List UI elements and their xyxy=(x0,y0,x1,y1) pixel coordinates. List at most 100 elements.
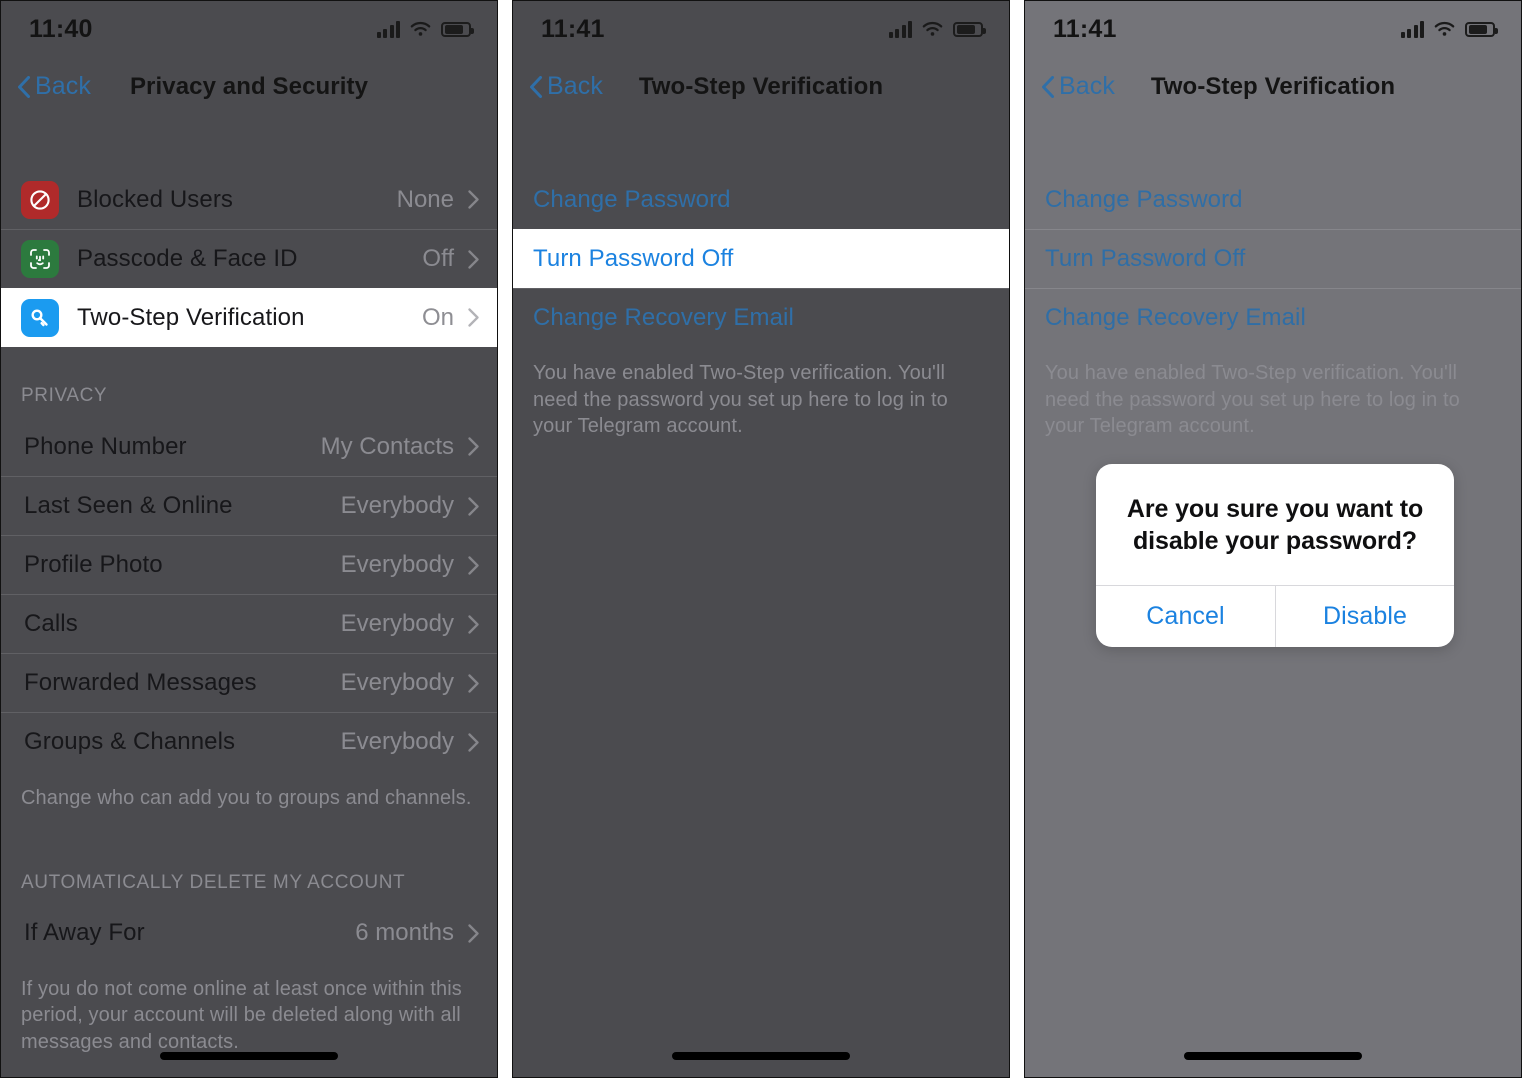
list-item-if-away-for[interactable]: If Away For 6 months xyxy=(1,904,497,963)
list-item-label: Groups & Channels xyxy=(24,728,236,755)
option-turn-password-off[interactable]: Turn Password Off xyxy=(1025,229,1521,288)
list-item-value: Everybody xyxy=(340,728,454,755)
list-item-two-step-verification[interactable]: Two-Step Verification On xyxy=(1,288,497,347)
chevron-left-icon xyxy=(530,75,542,98)
two-step-footnote: You have enabled Two-Step verification. … xyxy=(1045,362,1460,438)
list-item-value: None xyxy=(396,185,454,213)
nav-bar: Back Two-Step Verification xyxy=(513,57,1009,116)
wifi-icon xyxy=(410,21,431,36)
option-change-recovery-email[interactable]: Change Recovery Email xyxy=(1025,288,1521,347)
phone-panel-two-step-list: 11:41 Back Two-Step Verification Change … xyxy=(512,0,1010,1078)
battery-icon xyxy=(1465,21,1498,37)
list-top-spacer xyxy=(1025,116,1521,170)
home-indicator[interactable] xyxy=(672,1052,850,1060)
chevron-right-icon xyxy=(468,308,479,327)
status-icons xyxy=(1400,20,1498,38)
face-id-icon xyxy=(21,240,59,278)
two-step-options-list: Change Password Turn Password Off Change… xyxy=(1025,116,1521,462)
status-time: 11:41 xyxy=(1053,14,1117,43)
back-button[interactable]: Back xyxy=(1041,72,1115,101)
auto-delete-footnote: If you do not come online at least once … xyxy=(21,977,462,1053)
cancel-button[interactable]: Cancel xyxy=(1096,586,1275,647)
list-item-value: Everybody xyxy=(340,492,454,519)
nav-bar: Back Privacy and Security xyxy=(1,57,497,116)
status-time: 11:40 xyxy=(29,14,93,43)
section-header-auto-delete: AUTOMATICALLY DELETE MY ACCOUNT xyxy=(21,871,406,893)
list-item-profile-photo[interactable]: Profile Photo Everybody xyxy=(1,535,497,594)
chevron-right-icon xyxy=(468,555,479,575)
list-item-blocked-users[interactable]: Blocked Users None xyxy=(1,170,497,229)
chevron-right-icon xyxy=(468,923,479,943)
list-item-passcode-face-id[interactable]: Passcode & Face ID Off xyxy=(1,229,497,288)
list-item-value: 6 months xyxy=(355,919,454,947)
cellular-signal-icon xyxy=(376,20,400,38)
status-bar: 11:41 xyxy=(513,1,1009,57)
list-item-label: Phone Number xyxy=(24,432,187,460)
blocked-users-icon xyxy=(21,180,59,219)
list-item-groups-channels[interactable]: Groups & Channels Everybody xyxy=(1,712,497,771)
list-item-value: Off xyxy=(422,245,454,272)
list-item-phone-number[interactable]: Phone Number My Contacts xyxy=(1,417,497,476)
alert-button-row: Cancel Disable xyxy=(1096,585,1454,647)
list-item-label: Two-Step Verification xyxy=(77,303,305,331)
battery-icon xyxy=(953,21,986,37)
option-turn-password-off[interactable]: Turn Password Off xyxy=(513,229,1009,288)
list-item-label: If Away For xyxy=(24,919,145,947)
privacy-footnote: Change who can add you to groups and cha… xyxy=(21,787,472,809)
disable-password-alert: Are you sure you want to disable your pa… xyxy=(1096,464,1454,647)
wifi-icon xyxy=(1434,21,1455,36)
chevron-right-icon xyxy=(468,614,479,634)
list-item-calls[interactable]: Calls Everybody xyxy=(1,594,497,653)
alert-title: Are you sure you want to disable your pa… xyxy=(1126,495,1424,555)
status-bar: 11:40 xyxy=(1,1,497,57)
list-top-spacer xyxy=(1,116,497,170)
status-icons xyxy=(888,20,986,38)
option-label: Turn Password Off xyxy=(1045,245,1246,272)
home-indicator[interactable] xyxy=(1184,1052,1362,1060)
back-button[interactable]: Back xyxy=(529,72,603,101)
list-item-value: Everybody xyxy=(340,669,454,696)
section-header-privacy: PRIVACY xyxy=(21,385,108,406)
list-item-label: Blocked Users xyxy=(77,185,234,213)
home-indicator[interactable] xyxy=(160,1052,338,1060)
chevron-right-icon xyxy=(468,249,479,269)
two-step-options-list: Change Password Turn Password Off Change… xyxy=(513,116,1009,462)
list-top-spacer xyxy=(513,116,1009,170)
option-change-recovery-email[interactable]: Change Recovery Email xyxy=(513,288,1009,347)
list-item-label: Passcode & Face ID xyxy=(77,245,298,272)
battery-icon xyxy=(441,21,474,37)
list-item-label: Last Seen & Online xyxy=(24,492,233,519)
option-label: Change Password xyxy=(533,185,731,213)
list-item-value: Everybody xyxy=(340,610,454,637)
chevron-left-icon xyxy=(1042,75,1054,98)
option-change-password[interactable]: Change Password xyxy=(513,170,1009,229)
settings-list: Blocked Users None Passcode & Face ID Of… xyxy=(1,116,497,1077)
status-icons xyxy=(376,20,474,38)
nav-bar: Back Two-Step Verification xyxy=(1025,57,1521,116)
back-button[interactable]: Back xyxy=(17,72,91,101)
disable-button[interactable]: Disable xyxy=(1275,586,1454,647)
phone-panel-privacy-security: 11:40 Back Privacy and Security Blocked … xyxy=(0,0,498,1078)
status-time: 11:41 xyxy=(541,14,605,43)
list-item-last-seen-online[interactable]: Last Seen & Online Everybody xyxy=(1,476,497,535)
option-label: Change Recovery Email xyxy=(1045,304,1306,331)
list-item-label: Forwarded Messages xyxy=(24,669,257,696)
list-item-label: Profile Photo xyxy=(24,551,163,578)
list-item-label: Calls xyxy=(24,610,78,637)
key-icon xyxy=(21,298,59,337)
option-label: Change Recovery Email xyxy=(533,304,794,331)
three-panel-screenshot: 11:40 Back Privacy and Security Blocked … xyxy=(0,0,1524,1078)
status-bar: 11:41 xyxy=(1025,1,1521,57)
option-change-password[interactable]: Change Password xyxy=(1025,170,1521,229)
wifi-icon xyxy=(922,21,943,36)
back-label: Back xyxy=(35,72,91,100)
chevron-right-icon xyxy=(468,673,479,693)
list-item-forwarded-messages[interactable]: Forwarded Messages Everybody xyxy=(1,653,497,712)
cellular-signal-icon xyxy=(1400,20,1424,38)
back-label: Back xyxy=(1059,72,1115,100)
two-step-footnote: You have enabled Two-Step verification. … xyxy=(533,362,948,438)
back-label: Back xyxy=(547,72,603,100)
list-item-value: On xyxy=(421,303,454,331)
chevron-right-icon xyxy=(468,732,479,752)
chevron-left-icon xyxy=(18,75,30,98)
